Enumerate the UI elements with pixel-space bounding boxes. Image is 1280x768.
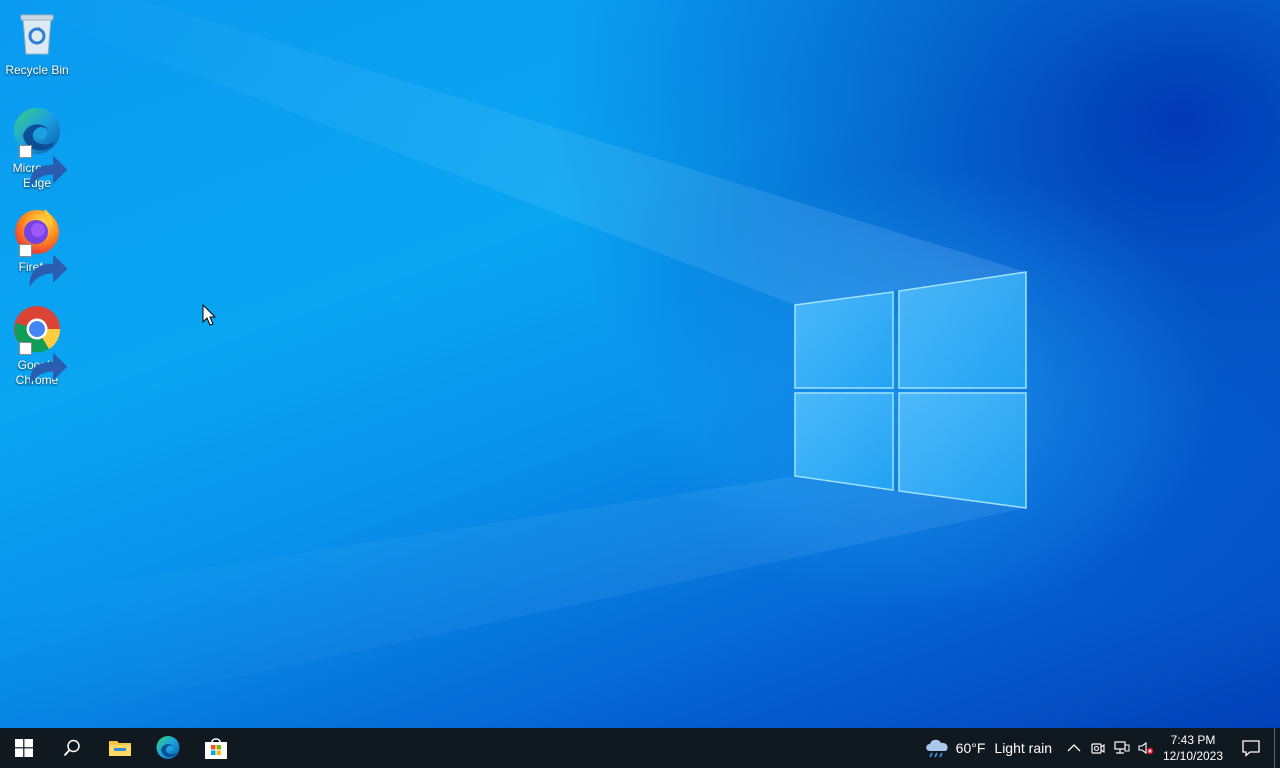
chevron-up-icon (1067, 744, 1081, 752)
clock-time: 7:43 PM (1170, 733, 1216, 747)
weather-temperature: 60°F (955, 740, 986, 756)
mouse-cursor-icon (202, 304, 217, 326)
wallpaper-light-beams (0, 0, 1027, 728)
show-hidden-icons-button[interactable] (1062, 728, 1086, 768)
taskbar: 60°F Light rain 7:43 PM 12/10/2023 (0, 728, 1280, 768)
start-button[interactable] (0, 728, 48, 768)
clock-date: 12/10/2023 (1162, 749, 1224, 763)
windows-start-icon (15, 739, 33, 757)
shortcut-arrow-icon (19, 145, 68, 189)
edge-icon (156, 736, 180, 759)
volume-muted-icon (1138, 741, 1154, 755)
weather-condition: Light rain (994, 740, 1052, 756)
clock[interactable]: 7:43 PM 12/10/2023 (1158, 728, 1228, 768)
desktop-icon-microsoft-edge[interactable]: Microsoft Edge (2, 106, 72, 191)
store-icon (205, 738, 227, 759)
desktop-icon-recycle-bin[interactable]: Recycle Bin (2, 8, 72, 78)
desktop-icon-label: Recycle Bin (5, 63, 69, 77)
taskbar-microsoft-store[interactable] (192, 728, 240, 768)
network-icon (1114, 741, 1130, 754)
volume-button[interactable] (1134, 728, 1158, 768)
action-center-button[interactable] (1228, 728, 1274, 768)
shortcut-arrow-icon (19, 342, 68, 386)
file-explorer-icon (109, 741, 131, 756)
cloud-rain-icon (925, 739, 948, 758)
search-button[interactable] (48, 728, 96, 768)
network-button[interactable] (1110, 728, 1134, 768)
taskbar-file-explorer[interactable] (96, 728, 144, 768)
desktop-icon-firefox[interactable]: Firefox (2, 205, 72, 288)
notification-icon (1242, 740, 1260, 757)
desktop[interactable]: Recycle Bin Microsoft Edge Firefox Googl… (0, 0, 1280, 728)
shortcut-arrow-icon (19, 244, 68, 288)
show-desktop-button[interactable] (1274, 728, 1280, 768)
recycle-bin-icon (11, 8, 63, 60)
meet-now-button[interactable] (1086, 728, 1110, 768)
desktop-icon-google-chrome[interactable]: Google Chrome (2, 303, 72, 388)
firefox-icon (11, 205, 68, 288)
meet-now-icon (1091, 743, 1105, 754)
edge-icon (11, 106, 68, 189)
weather-widget[interactable]: 60°F Light rain (920, 728, 1062, 768)
taskbar-microsoft-edge[interactable] (144, 728, 192, 768)
system-tray: 60°F Light rain 7:43 PM 12/10/2023 (920, 728, 1280, 768)
chrome-icon (11, 303, 68, 386)
search-icon (63, 739, 80, 757)
